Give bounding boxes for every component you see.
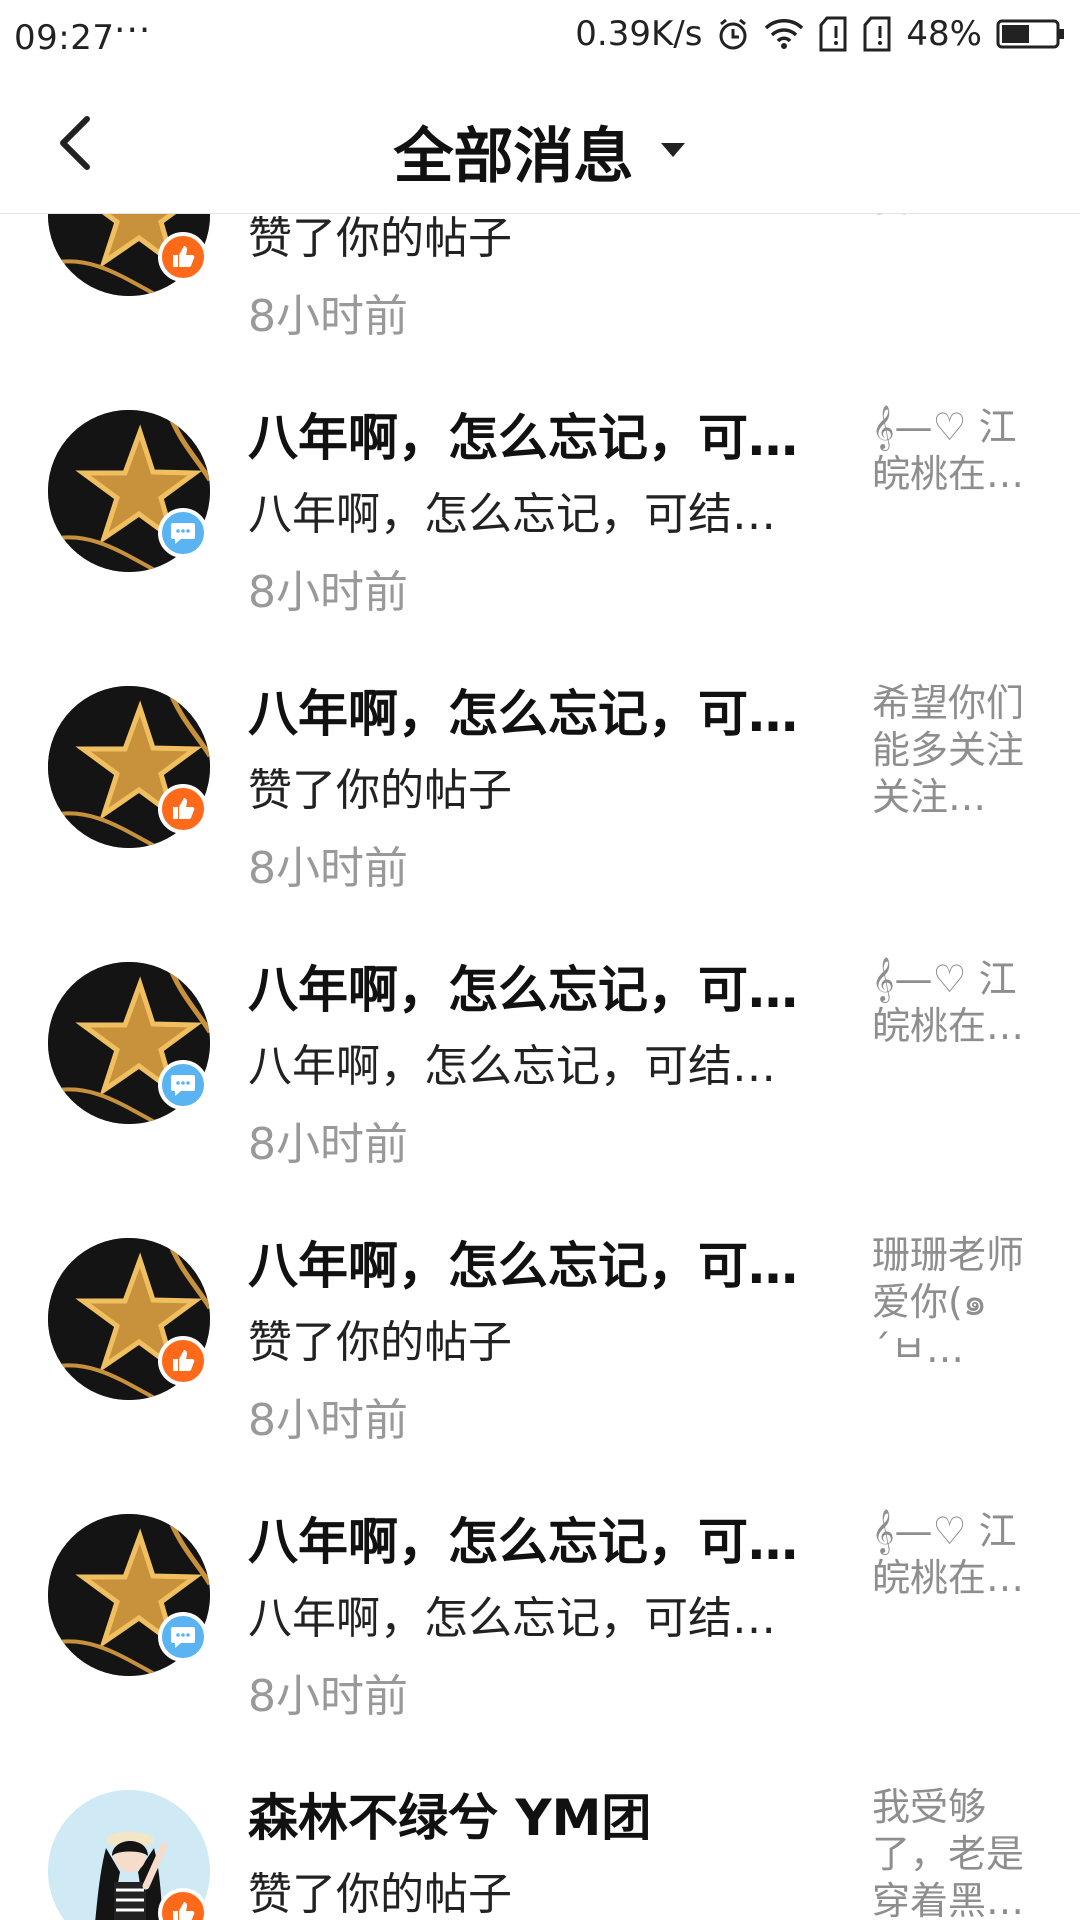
like-badge (158, 784, 208, 834)
post-excerpt: 班老师,我超… (872, 214, 1032, 222)
list-item[interactable]: 八年啊，怎么忘记，可… 八年啊，怎么忘记，可结… 8小时前 𝄞—♡ 江皖桃在… (0, 360, 1080, 636)
list-item[interactable]: 八年啊，怎么忘记，可… 八年啊，怎么忘记，可结… 8小时前 𝄞—♡ 江皖桃在… (0, 912, 1080, 1188)
post-excerpt: 𝄞—♡ 江皖桃在… (872, 405, 1025, 496)
notification-list[interactable]: 赞了你的帖子 8小时前 班老师,我超… 八年啊，怎么忘记，可… 八年啊，怎么忘记… (0, 214, 1080, 1920)
list-item[interactable]: 赞了你的帖子 8小时前 班老师,我超… (0, 214, 1080, 360)
caret-down-icon (659, 141, 687, 163)
status-more-dots: ··· (114, 10, 152, 51)
sender-name: 八年啊，怎么忘记，可… (248, 961, 798, 1019)
like-badge (158, 232, 208, 282)
app-header: 全部消息 (0, 78, 1080, 214)
notification-action: 赞了你的帖子 (248, 1317, 512, 1368)
battery-icon (996, 18, 1066, 50)
post-excerpt: 珊珊老师爱你(๑´ㅂ… (872, 1233, 1025, 1371)
sender-name: 八年啊，怎么忘记，可… (248, 685, 798, 743)
sim2-icon (862, 16, 892, 52)
notification-action: 八年啊，怎么忘记，可结… (248, 1593, 776, 1644)
notification-time: 8小时前 (248, 291, 408, 342)
notification-action: 赞了你的帖子 (248, 765, 512, 816)
post-excerpt: 希望你们能多关注关注… (872, 681, 1025, 819)
list-item[interactable]: 八年啊，怎么忘记，可… 赞了你的帖子 8小时前 珊珊老师爱你(๑´ㅂ… (0, 1188, 1080, 1464)
notification-time: 8小时前 (248, 1671, 408, 1722)
notification-action: 赞了你的帖子 (248, 214, 512, 264)
notification-time: 8小时前 (248, 567, 408, 618)
comment-badge (158, 1060, 208, 1110)
comment-badge (158, 508, 208, 558)
notification-action: 赞了你的帖子 (248, 1869, 512, 1920)
sender-name: 八年啊，怎么忘记，可… (248, 409, 798, 467)
sender-name: 八年啊，怎么忘记，可… (248, 1237, 798, 1295)
sender-name: 八年啊，怎么忘记，可… (248, 1513, 798, 1571)
comment-badge (158, 1612, 208, 1662)
wifi-icon (764, 18, 804, 50)
post-excerpt: 𝄞—♡ 江皖桃在… (872, 957, 1025, 1048)
status-time: 09:27 (14, 18, 115, 58)
notification-action: 八年啊，怎么忘记，可结… (248, 489, 776, 540)
status-right-group: 0.39K/s 48% (575, 14, 1066, 54)
post-excerpt: 我受够了，老是穿着黑… (872, 1785, 1025, 1920)
notification-time: 8小时前 (248, 1395, 408, 1446)
sender-name: 森林不绿兮 YM团 (248, 1789, 652, 1847)
notification-time: 8小时前 (248, 1119, 408, 1170)
like-badge (158, 1336, 208, 1386)
notification-time: 8小时前 (248, 843, 408, 894)
status-bar: 09:27 ··· 0.39K/s 48% (0, 0, 1080, 78)
sim1-icon (818, 16, 848, 52)
network-speed: 0.39K/s (575, 14, 703, 54)
notification-action: 八年啊，怎么忘记，可结… (248, 1041, 776, 1092)
alarm-icon (716, 17, 750, 51)
list-item[interactable]: 森林不绿兮 YM团 赞了你的帖子 我受够了，老是穿着黑… (0, 1740, 1080, 1920)
list-item[interactable]: 八年啊，怎么忘记，可… 赞了你的帖子 8小时前 希望你们能多关注关注… (0, 636, 1080, 912)
battery-percent: 48% (906, 14, 982, 54)
post-excerpt: 𝄞—♡ 江皖桃在… (872, 1509, 1025, 1600)
list-item[interactable]: 八年啊，怎么忘记，可… 八年啊，怎么忘记，可结… 8小时前 𝄞—♡ 江皖桃在… (0, 1464, 1080, 1740)
title-dropdown[interactable]: 全部消息 (0, 108, 1080, 195)
page-title: 全部消息 (393, 122, 634, 192)
